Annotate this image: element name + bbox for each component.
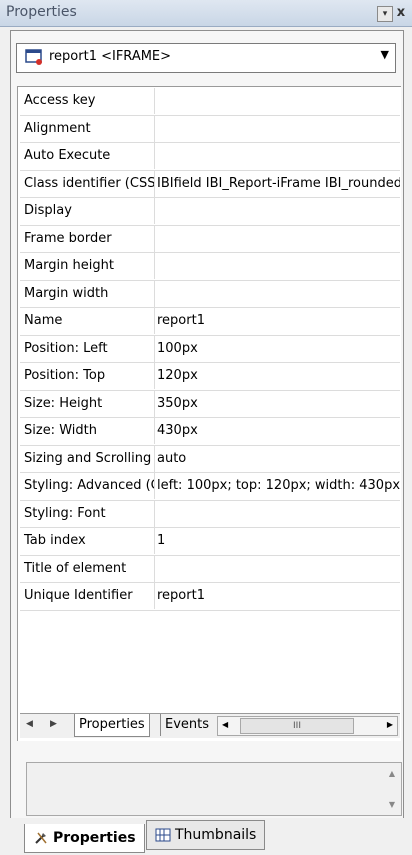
property-row[interactable]: Sizing and Scrolling auto [20, 445, 400, 473]
property-name: Alignment [20, 115, 155, 142]
property-value[interactable]: 350px [157, 391, 400, 417]
property-name: Margin width [20, 280, 155, 307]
property-value[interactable]: 430px [157, 418, 400, 444]
property-name: Tab index [20, 528, 155, 554]
property-row[interactable]: Position: Left 100px [20, 335, 400, 363]
property-value[interactable]: 1 [157, 528, 400, 554]
property-value[interactable]: IBIfield IBI_Report-iFrame IBI_rounded [157, 171, 400, 197]
property-name: Size: Height [20, 390, 155, 417]
property-row[interactable]: Title of element [20, 555, 400, 583]
property-name: Position: Left [20, 335, 155, 362]
property-row[interactable]: Class identifier (CSS) IBIfield IBI_Repor… [20, 170, 400, 198]
property-name: Name [20, 308, 155, 334]
property-row[interactable]: Frame border [20, 225, 400, 253]
property-name: Class identifier (CSS) [20, 170, 155, 197]
property-row[interactable]: Unique Identifier report1 [20, 583, 400, 611]
chevron-down-icon[interactable]: ▼ [381, 48, 389, 61]
property-name: Access key [20, 88, 155, 114]
scroll-left-icon[interactable]: ◀ [222, 720, 228, 729]
property-value[interactable] [157, 253, 400, 279]
property-value[interactable]: left: 100px; top: 120px; width: 430px; h [157, 473, 400, 499]
property-value[interactable] [157, 226, 400, 252]
property-grid: Access key Alignment Auto Execute Class ide… [20, 88, 400, 611]
scroll-up-icon[interactable]: ▲ [389, 769, 395, 778]
property-name: Title of element [20, 555, 155, 582]
property-row[interactable]: Position: Top 120px [20, 363, 400, 391]
tab-scroll-left-icon[interactable]: ◀ [26, 719, 33, 729]
property-name: Styling: Advanced (CSS) [20, 473, 155, 499]
property-row[interactable]: Size: Height 350px [20, 390, 400, 418]
description-box: ▲ ▼ [26, 762, 402, 816]
tab-properties[interactable]: Properties [74, 714, 150, 737]
panel-titlebar: Properties ▾ x [0, 0, 412, 27]
property-value[interactable]: report1 [157, 583, 400, 609]
dropdown-menu-icon[interactable]: ▾ [377, 6, 393, 22]
property-row[interactable]: Tab index 1 [20, 528, 400, 556]
property-row[interactable]: Styling: Advanced (CSS)left: 100px; top:… [20, 473, 400, 501]
property-name: Margin height [20, 253, 155, 279]
property-row[interactable]: Display [20, 198, 400, 226]
property-name: Styling: Font [20, 500, 155, 527]
bottom-tab-properties[interactable]: Properties [24, 824, 145, 853]
scroll-down-icon[interactable]: ▼ [389, 800, 395, 809]
property-value[interactable] [157, 88, 400, 114]
property-value[interactable] [157, 116, 400, 142]
scroll-right-icon[interactable]: ▶ [387, 720, 393, 729]
property-value[interactable] [157, 198, 400, 224]
thumbnails-icon [155, 828, 171, 842]
property-name: Auto Execute [20, 143, 155, 169]
iframe-icon [25, 49, 42, 65]
property-row[interactable]: Styling: Font [20, 500, 400, 528]
property-value[interactable]: 100px [157, 336, 400, 362]
property-row[interactable]: Access key [20, 88, 400, 116]
property-name: Frame border [20, 225, 155, 252]
property-name: Position: Top [20, 363, 155, 389]
property-value[interactable] [157, 501, 400, 527]
selected-object-label: report1 <IFRAME> [49, 49, 172, 64]
property-value[interactable] [157, 281, 400, 307]
tools-icon [35, 832, 47, 844]
tab-events[interactable]: Events [160, 714, 213, 736]
tab-scroll-right-icon[interactable]: ▶ [50, 719, 57, 729]
scrollbar-thumb[interactable]: III [240, 718, 354, 734]
panel-title: Properties [6, 4, 77, 20]
property-row[interactable]: Auto Execute [20, 143, 400, 171]
property-row[interactable]: Margin height [20, 253, 400, 281]
bottom-tab-thumbnails-label: Thumbnails [175, 827, 257, 843]
property-value[interactable]: 120px [157, 363, 400, 389]
tab-strip: ◀ ▶ Properties Events ◀ III ▶ [20, 713, 400, 738]
property-row[interactable]: Size: Width 430px [20, 418, 400, 446]
property-name: Unique Identifier [20, 583, 155, 609]
property-value[interactable]: report1 [157, 308, 400, 334]
object-selector-dropdown[interactable]: report1 <IFRAME> ▼ [16, 43, 396, 73]
property-row[interactable]: Name report1 [20, 308, 400, 336]
property-value[interactable]: auto [157, 446, 400, 472]
property-row[interactable]: Alignment [20, 115, 400, 143]
close-icon[interactable]: x [394, 6, 408, 20]
bottom-tab-thumbnails[interactable]: Thumbnails [146, 820, 266, 850]
property-value[interactable] [157, 556, 400, 582]
property-name: Display [20, 198, 155, 224]
bottom-tab-properties-label: Properties [53, 830, 136, 846]
property-name: Sizing and Scrolling [20, 445, 155, 472]
property-value[interactable] [157, 143, 400, 169]
bottom-tab-bar: Properties Thumbnails [0, 818, 412, 855]
property-row[interactable]: Margin width [20, 280, 400, 308]
horizontal-scrollbar[interactable]: ◀ III ▶ [217, 716, 398, 736]
property-name: Size: Width [20, 418, 155, 444]
